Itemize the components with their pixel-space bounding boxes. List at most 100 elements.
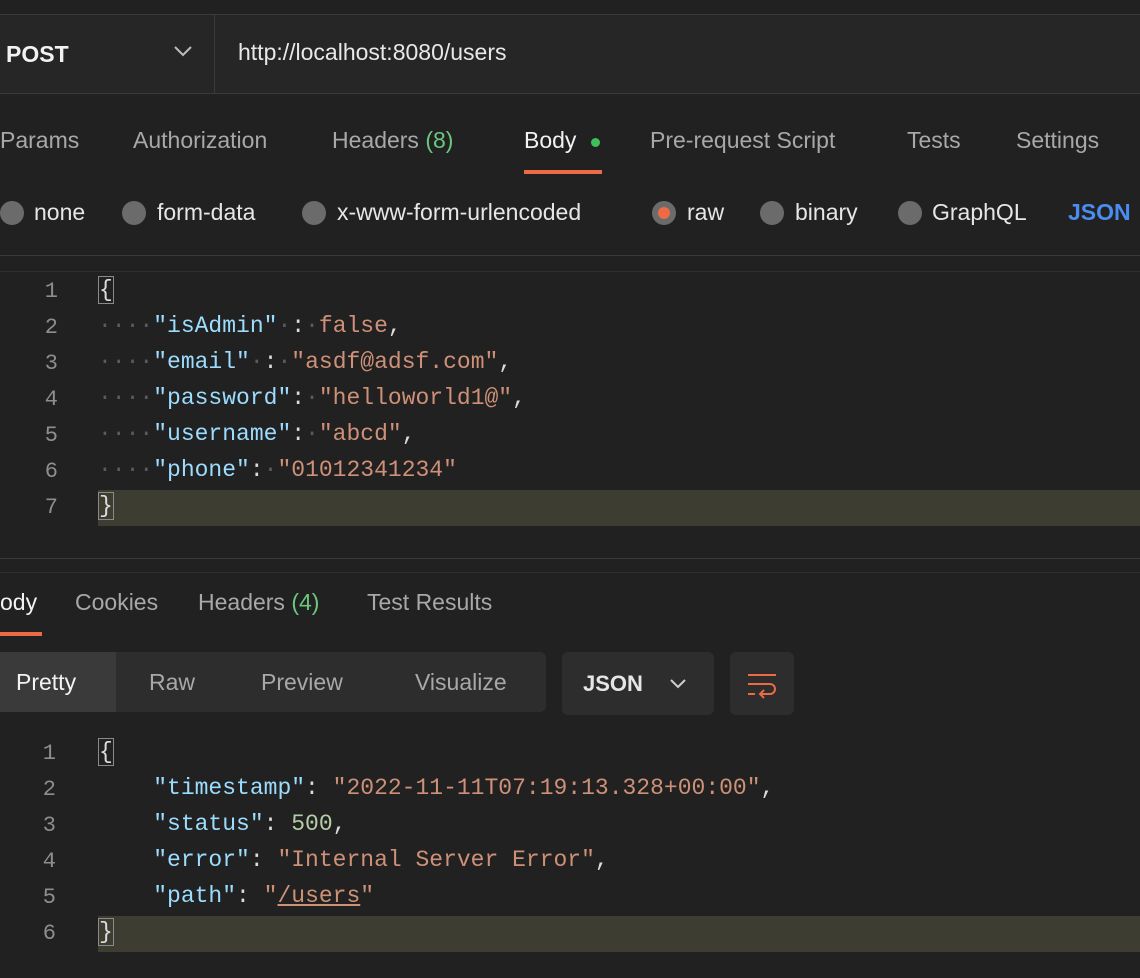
code-line: ····"username":·"abcd", [98,421,416,447]
radio-none[interactable] [0,201,24,225]
json-key: "path" [153,883,237,909]
radio-binary[interactable] [760,201,784,225]
line-number: 1 [44,279,58,304]
code-line: { [98,738,114,766]
radio-raw-label[interactable]: raw [687,199,724,226]
response-tab-body[interactable]: ody [0,589,37,616]
code-line: "timestamp": "2022-11-11T07:19:13.328+00… [98,775,774,801]
json-key: "username" [153,421,292,447]
code-token: : [249,457,264,483]
current-line-highlight [98,490,1140,526]
tab-body[interactable]: Body [524,127,576,154]
code-line: ····"isAdmin"·:·false, [98,313,402,339]
radio-form-data-label[interactable]: form-data [157,199,255,226]
code-line: { [98,276,114,304]
code-token: : [236,883,264,909]
view-raw-button[interactable]: Raw [149,652,195,712]
json-key: "status" [153,811,264,837]
line-number: 1 [42,741,56,766]
code-token: "Internal Server Error" [277,847,595,873]
tab-settings[interactable]: Settings [1016,127,1099,154]
active-tab-indicator [524,170,602,174]
code-line: ····"password":·"helloworld1@", [98,385,526,411]
current-line-highlight [98,916,1140,952]
code-token: : [291,313,306,339]
divider [0,255,1140,256]
code-token: ···· [98,421,154,447]
radio-urlencoded[interactable] [302,201,326,225]
json-brace: { [98,276,114,304]
code-token: : [291,385,306,411]
code-token: "2022-11-11T07:19:13.328+00:00" [332,775,761,801]
code-token: ···· [98,457,154,483]
code-line: ····"phone":·"01012341234" [98,457,457,483]
url-input[interactable]: http://localhost:8080/users [238,39,507,66]
code-line: "error": "Internal Server Error", [98,847,609,873]
radio-urlencoded-label[interactable]: x-www-form-urlencoded [337,199,581,226]
line-number: 2 [44,315,58,340]
json-key: "email" [153,349,250,375]
json-key: "isAdmin" [153,313,278,339]
code-line: } [98,492,114,520]
tab-params[interactable]: Params [0,127,79,154]
code-token: : [305,775,333,801]
code-token: , [760,775,775,801]
code-token: ···· [98,313,154,339]
chevron-down-icon [670,679,686,689]
radio-binary-label[interactable]: binary [795,199,858,226]
response-format-label: JSON [583,671,643,696]
radio-none-label[interactable]: none [34,199,85,226]
code-token: ···· [98,349,154,375]
view-preview-button[interactable]: Preview [261,652,343,712]
code-token: "helloworld1@" [318,385,513,411]
line-number: 2 [42,777,56,802]
code-token: ···· [98,385,154,411]
code-token: , [401,421,416,447]
code-token: · [277,313,292,339]
radio-graphql-label[interactable]: GraphQL [932,199,1027,226]
code-line: } [98,918,114,946]
code-token: : [263,349,278,375]
radio-raw[interactable] [652,201,676,225]
code-token: : [291,421,306,447]
line-number: 3 [42,813,56,838]
line-number: 6 [44,459,58,484]
chevron-down-icon[interactable] [172,40,194,62]
response-tab-test-results[interactable]: Test Results [367,589,492,616]
view-pretty-button[interactable]: Pretty [16,652,76,712]
code-token: , [594,847,609,873]
json-key: "phone" [153,457,250,483]
code-line: "status": 500, [98,811,346,837]
tab-headers[interactable]: Headers (8) [332,127,453,154]
view-visualize-button[interactable]: Visualize [415,652,507,712]
response-tab-headers-label: Headers [198,589,285,615]
response-headers-count: (4) [291,589,320,615]
json-brace: { [98,738,114,766]
line-number: 3 [44,351,58,376]
tab-authorization[interactable]: Authorization [133,127,267,154]
divider [0,558,1140,559]
line-number: 5 [42,885,56,910]
response-tab-headers[interactable]: Headers (4) [198,589,319,616]
tab-pre-request-script[interactable]: Pre-request Script [650,127,835,154]
headers-count: (8) [425,127,454,153]
code-token: : [249,847,278,873]
radio-form-data[interactable] [122,201,146,225]
divider [0,271,1140,272]
response-tab-cookies[interactable]: Cookies [75,589,158,616]
tab-tests[interactable]: Tests [907,127,961,154]
method-label: POST [6,41,69,67]
code-token: , [332,811,347,837]
body-format-select[interactable]: JSON [1068,199,1131,226]
code-token: " [263,883,278,909]
radio-graphql[interactable] [898,201,922,225]
line-number: 7 [44,495,58,520]
code-token[interactable]: /users [277,883,360,909]
code-token: · [305,421,319,447]
code-token: · [305,313,319,339]
code-token: "abcd" [318,421,402,447]
tab-headers-label: Headers [332,127,419,153]
